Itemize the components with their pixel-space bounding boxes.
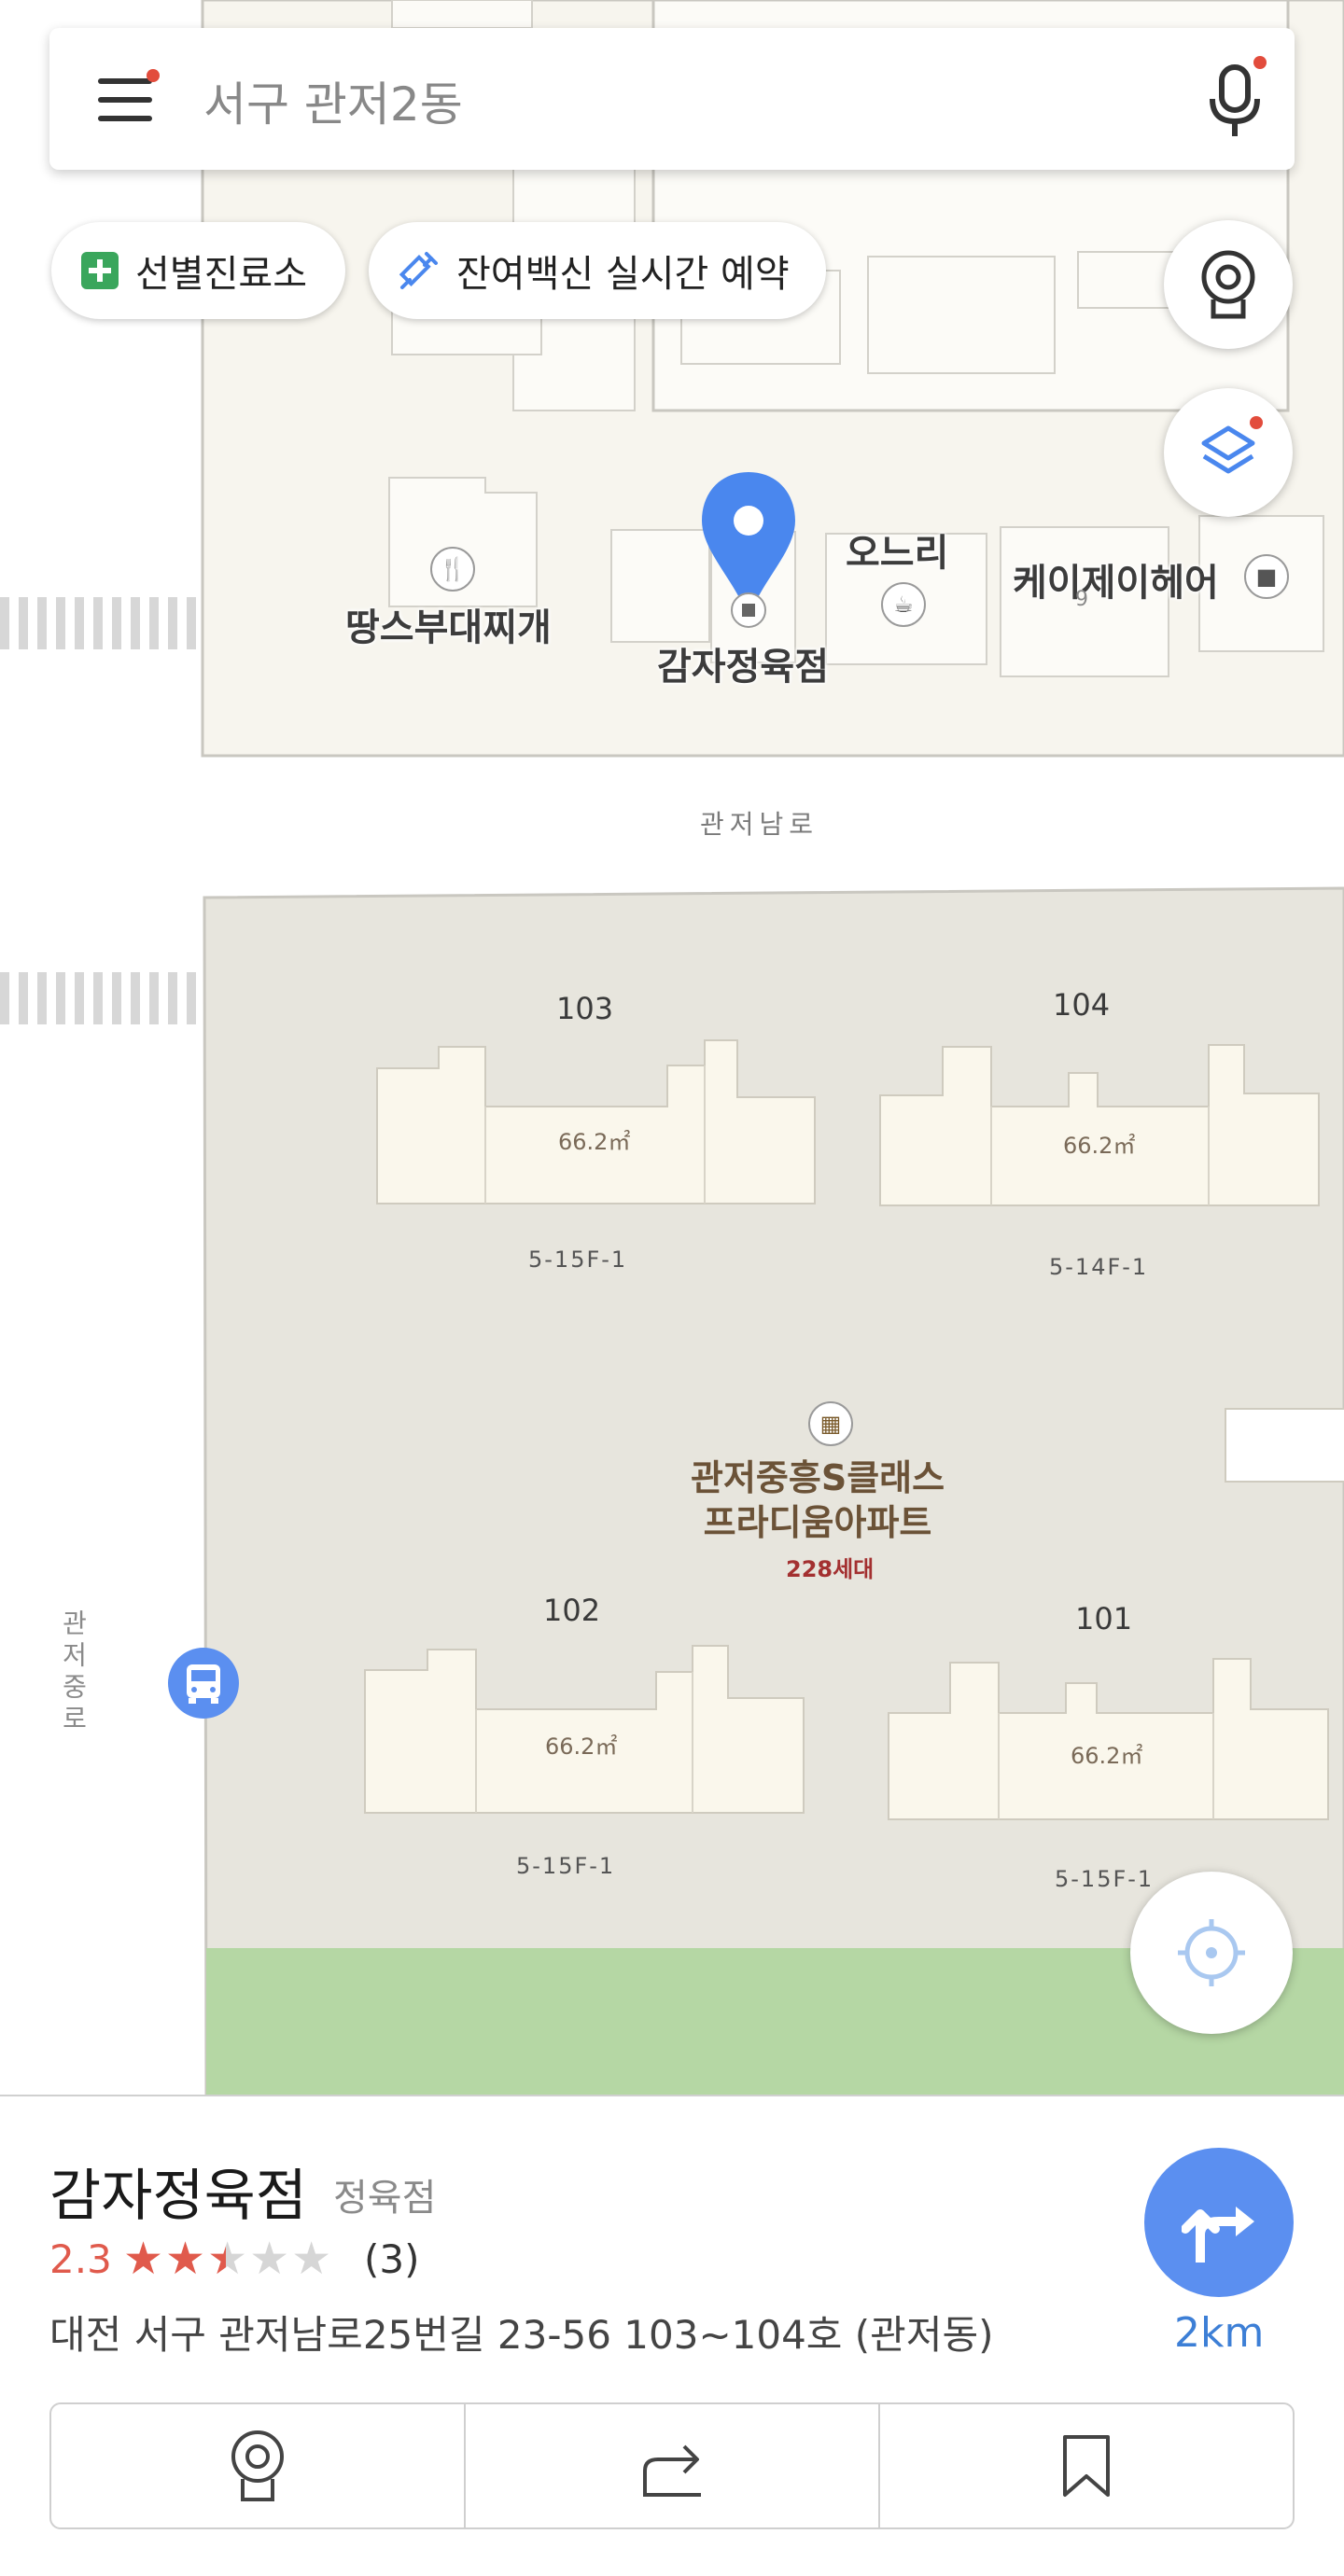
poi-label-kjhair[interactable]: 케이제이헤어 <box>1013 552 1219 606</box>
my-location-button[interactable] <box>1130 1872 1293 2034</box>
location-pin-icon[interactable] <box>700 470 797 629</box>
poi-label-selected[interactable]: 감자정육점 <box>657 636 829 690</box>
microphone-icon[interactable] <box>1207 62 1263 140</box>
building-104-area: 66.2㎡ <box>1063 1133 1136 1159</box>
bus-stop-icon[interactable] <box>166 1646 241 1720</box>
place-category: 정육점 <box>333 2177 437 2220</box>
search-bar[interactable]: 서구 관저2동 <box>49 28 1295 170</box>
building-number: 9 <box>1075 588 1088 611</box>
apartment-name[interactable]: 관저중흥S클래스 프라디움아파트 <box>691 1455 945 1545</box>
cafe-icon[interactable]: ☕ <box>881 582 926 627</box>
roadview-icon <box>1201 250 1255 319</box>
star-icon: ★ <box>123 2233 166 2285</box>
building-101-number: 101 <box>1075 1601 1133 1636</box>
place-name: 감자정육점 <box>49 2164 307 2229</box>
directions-icon <box>1182 2207 1254 2263</box>
layers-notification-dot <box>1250 416 1263 429</box>
building-103-area: 66.2㎡ <box>558 1129 631 1155</box>
building-101-area: 66.2㎡ <box>1071 1743 1143 1769</box>
mic-notification-dot <box>1253 56 1267 69</box>
poi-label-ddangs[interactable]: 땅스부대찌개 <box>345 597 552 651</box>
share-icon <box>643 2444 701 2497</box>
apartment-icon[interactable]: ▦ <box>808 1401 853 1446</box>
building-102-number: 102 <box>543 1593 601 1628</box>
directions-button[interactable] <box>1144 2148 1294 2297</box>
screening-clinic-chip[interactable]: 선별진료소 <box>51 222 345 319</box>
shop-icon[interactable]: ■ <box>1244 554 1289 599</box>
search-input[interactable]: 서구 관저2동 <box>203 67 463 134</box>
action-bar <box>49 2402 1295 2529</box>
place-info-sheet[interactable]: 감자정육점 정육점 2.3 ★★★★★ (3) 대전 서구 관저남로25번길 2… <box>0 2095 1344 2576</box>
building-103-floors: 5-15F-1 <box>528 1246 628 1273</box>
layers-icon <box>1201 425 1255 474</box>
building-104-floors: 5-14F-1 <box>1049 1254 1149 1280</box>
road-label-south: 관저남로 <box>700 809 819 840</box>
building-104-number: 104 <box>1053 987 1111 1023</box>
star-half-icon: ★ <box>207 2233 250 2285</box>
distance-label: 2km <box>1174 2309 1265 2357</box>
star-icon: ★ <box>249 2233 292 2285</box>
vaccine-reservation-chip[interactable]: 잔여백신 실시간 예약 <box>369 222 826 319</box>
roadview-icon <box>231 2430 284 2501</box>
apartment-units: 228세대 <box>786 1556 875 1582</box>
review-count[interactable]: (3) <box>364 2236 420 2282</box>
bookmark-action-button[interactable] <box>878 2404 1293 2527</box>
rating-value: 2.3 <box>49 2236 112 2282</box>
layers-button[interactable] <box>1164 388 1293 517</box>
building-103-number: 103 <box>556 991 614 1026</box>
building-101-floors: 5-15F-1 <box>1055 1866 1155 1892</box>
roadview-button[interactable] <box>1164 220 1293 349</box>
plus-cross-icon <box>81 252 119 289</box>
syringe-icon <box>399 252 438 289</box>
star-icon: ★ <box>291 2233 334 2285</box>
building-102-area: 66.2㎡ <box>545 1734 618 1760</box>
building-102-floors: 5-15F-1 <box>516 1853 616 1879</box>
crosshair-icon <box>1178 1919 1245 1986</box>
share-action-button[interactable] <box>464 2404 878 2527</box>
road-label-west: 관저중로 <box>58 1609 89 1736</box>
rating-stars: ★★★★★ <box>123 2233 333 2285</box>
poi-label-oneuri[interactable]: 오느리 <box>846 522 948 577</box>
notification-dot <box>147 69 160 82</box>
star-icon: ★ <box>165 2233 208 2285</box>
restaurant-icon[interactable]: 🍴 <box>430 547 475 592</box>
bookmark-icon <box>1063 2435 1110 2497</box>
roadview-action-button[interactable] <box>51 2404 464 2527</box>
place-address: 대전 서구 관저남로25번길 23-56 103~104호 (관저동) <box>49 2312 994 2358</box>
